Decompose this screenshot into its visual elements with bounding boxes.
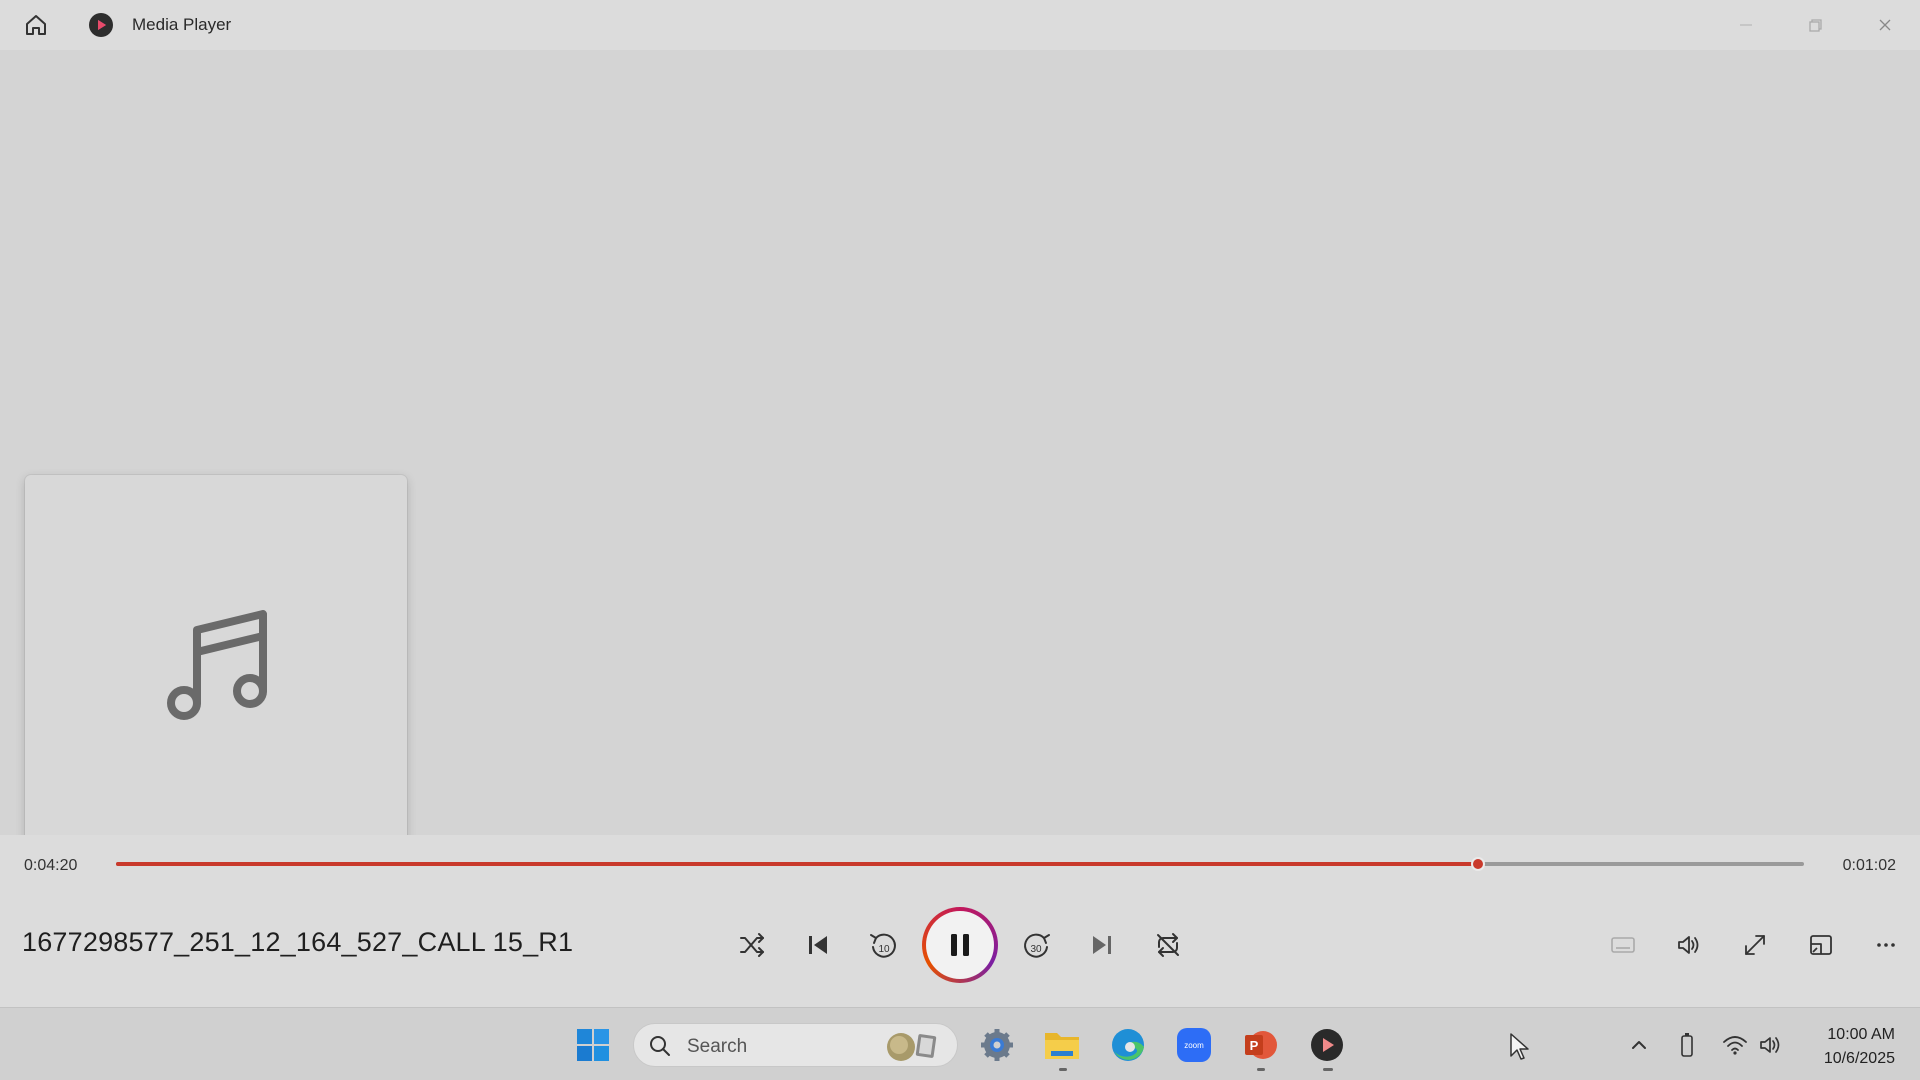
close-button[interactable] xyxy=(1872,12,1898,38)
network-status[interactable] xyxy=(1720,1030,1750,1060)
now-playing-area xyxy=(0,50,1920,857)
battery-icon xyxy=(1681,1033,1693,1057)
speaker-icon xyxy=(1760,1037,1780,1053)
taskbar-zoom[interactable]: zoom xyxy=(1175,1026,1213,1064)
taskbar-powerpoint[interactable]: P xyxy=(1241,1026,1279,1064)
media-player-logo-icon xyxy=(88,12,114,38)
fullscreen-icon xyxy=(1745,935,1765,955)
media-player-icon xyxy=(1311,1029,1343,1061)
volume-status[interactable] xyxy=(1756,1030,1786,1060)
file-explorer-running-indicator xyxy=(1059,1068,1067,1071)
home-icon[interactable] xyxy=(22,11,50,39)
next-icon xyxy=(1093,936,1111,954)
show-hidden-icons-button[interactable] xyxy=(1624,1030,1654,1060)
track-title: 1677298577_251_12_164_527_CALL 15_R1 xyxy=(22,927,574,957)
pause-icon xyxy=(951,934,969,956)
more-options-button[interactable] xyxy=(1866,925,1906,965)
svg-text:10: 10 xyxy=(878,944,890,955)
taskbar-edge[interactable] xyxy=(1109,1026,1147,1064)
start-button[interactable] xyxy=(574,1026,612,1064)
svg-text:P: P xyxy=(1250,1038,1259,1053)
play-pause-button[interactable] xyxy=(922,907,998,983)
minimize-button[interactable] xyxy=(1733,12,1759,38)
settings-gear-icon xyxy=(981,1029,1013,1061)
edge-icon xyxy=(1112,1029,1144,1061)
mini-player-button[interactable] xyxy=(1801,925,1841,965)
search-highlight-icon xyxy=(887,1033,937,1061)
repeat-button[interactable] xyxy=(1148,925,1188,965)
taskbar-settings[interactable] xyxy=(978,1026,1016,1064)
taskbar-media-player[interactable] xyxy=(1308,1026,1346,1064)
zoom-icon: zoom xyxy=(1177,1028,1211,1062)
player-controls-bar: 0:04:20 0:01:02 1677298577_251_12_164_52… xyxy=(0,835,1920,1007)
system-clock[interactable]: 10:00 AM 10/6/2025 xyxy=(1800,1023,1895,1071)
previous-button[interactable] xyxy=(798,925,838,965)
captions-button[interactable] xyxy=(1603,925,1643,965)
fullscreen-button[interactable] xyxy=(1735,925,1775,965)
wifi-icon xyxy=(1723,1036,1747,1055)
next-button[interactable] xyxy=(1082,925,1122,965)
forward-30-button[interactable]: 30 xyxy=(1017,925,1057,965)
taskbar-file-explorer[interactable] xyxy=(1043,1026,1081,1064)
mini-player-icon xyxy=(1810,935,1832,955)
shuffle-icon xyxy=(740,933,764,957)
forward-30-icon: 30 xyxy=(1024,933,1050,958)
shuffle-button[interactable] xyxy=(732,925,772,965)
clock-date: 10/6/2025 xyxy=(1823,1050,1895,1067)
elapsed-time: 0:04:20 xyxy=(24,857,78,874)
album-art-placeholder xyxy=(25,475,407,857)
previous-icon xyxy=(809,936,827,954)
seek-bar-thumb[interactable] xyxy=(1471,857,1486,871)
seek-bar[interactable] xyxy=(116,857,1804,871)
captions-icon xyxy=(1611,937,1635,953)
clock-time: 10:00 AM xyxy=(1827,1026,1895,1043)
mouse-cursor-icon xyxy=(1510,1033,1529,1060)
repeat-off-icon xyxy=(1157,933,1179,957)
more-icon xyxy=(1877,943,1895,947)
volume-button[interactable] xyxy=(1669,925,1709,965)
rewind-10-button[interactable]: 10 xyxy=(863,925,903,965)
search-icon xyxy=(650,1036,670,1056)
music-note-icon xyxy=(167,610,267,720)
maximize-button[interactable] xyxy=(1802,12,1828,38)
svg-text:zoom: zoom xyxy=(1184,1041,1204,1050)
remaining-time: 0:01:02 xyxy=(1842,857,1896,874)
folder-icon xyxy=(1045,1033,1079,1059)
battery-status[interactable] xyxy=(1672,1030,1702,1060)
powerpoint-icon: P xyxy=(1245,1031,1277,1059)
media-player-running-indicator xyxy=(1323,1068,1333,1071)
volume-icon xyxy=(1678,936,1699,954)
rewind-10-icon: 10 xyxy=(870,933,896,958)
svg-text:30: 30 xyxy=(1030,944,1042,955)
taskbar-search-box[interactable]: Search xyxy=(633,1023,958,1067)
chevron-up-icon xyxy=(1632,1041,1646,1049)
title-bar: Media Player xyxy=(0,0,1920,50)
search-placeholder: Search xyxy=(687,1036,748,1057)
windows-logo-icon xyxy=(577,1029,609,1061)
powerpoint-running-indicator xyxy=(1257,1068,1265,1071)
window-title: Media Player xyxy=(132,15,232,34)
seek-bar-progress xyxy=(116,862,1479,866)
taskbar: Search zoom P 10:00 AM 10/6/2025 xyxy=(0,1007,1920,1080)
